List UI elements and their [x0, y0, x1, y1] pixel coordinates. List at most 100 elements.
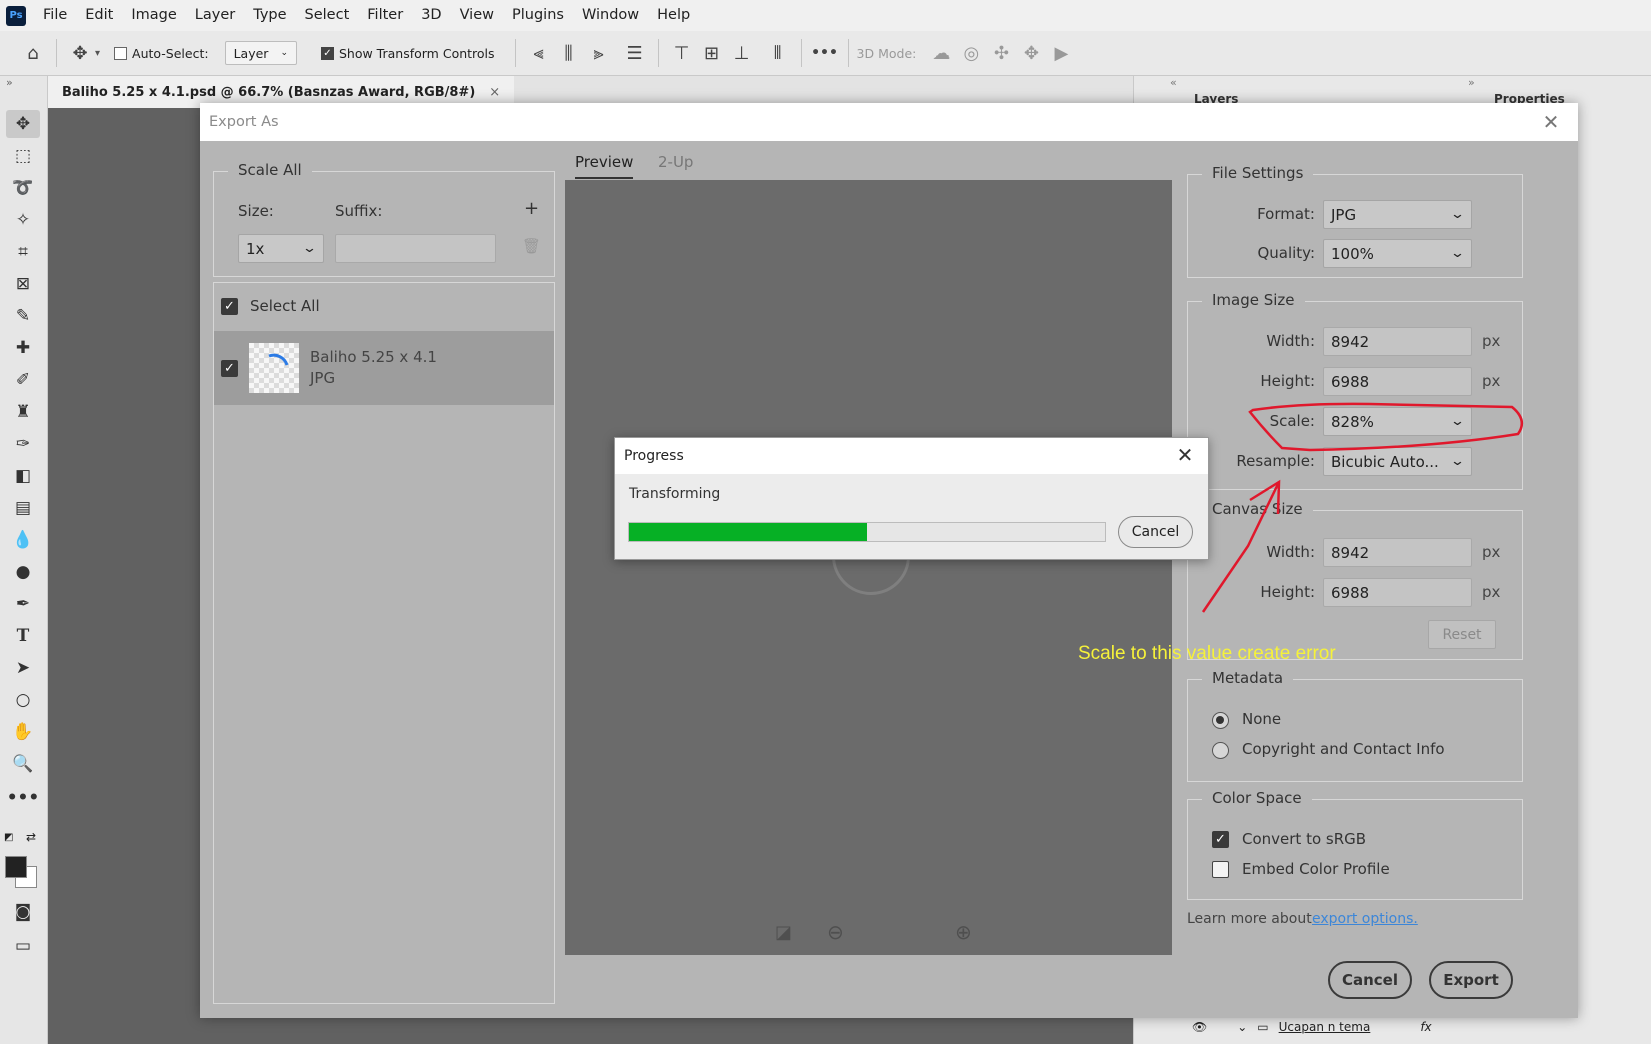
- embed-profile-checkbox[interactable]: [1212, 861, 1229, 878]
- trash-icon[interactable]: 🗑: [522, 237, 541, 255]
- suffix-input[interactable]: [335, 234, 496, 263]
- resample-value: Bicubic Auto...: [1331, 452, 1439, 471]
- quality-label: Quality:: [1257, 244, 1315, 262]
- metadata-copyright-radio[interactable]: [1212, 742, 1229, 759]
- menu-plugins[interactable]: Plugins: [503, 0, 573, 31]
- zoom-tool-icon[interactable]: 🔍: [6, 750, 40, 778]
- menu-filter[interactable]: Filter: [358, 0, 412, 31]
- format-select[interactable]: JPG ⌄: [1323, 200, 1472, 229]
- distribute-horizontal-icon[interactable]: ☰: [620, 38, 650, 68]
- metadata-none-radio[interactable]: [1212, 712, 1229, 729]
- menu-layer[interactable]: Layer: [186, 0, 244, 31]
- collapse-right-icon[interactable]: »: [1468, 76, 1475, 89]
- hand-tool-icon[interactable]: ✋: [6, 718, 40, 746]
- lasso-tool-icon[interactable]: ➰: [6, 174, 40, 202]
- asset-checkbox[interactable]: ✓: [221, 360, 238, 377]
- export-cancel-button[interactable]: Cancel: [1328, 961, 1412, 999]
- magic-wand-tool-icon[interactable]: ✧: [6, 206, 40, 234]
- dodge-tool-icon[interactable]: ●: [6, 558, 40, 586]
- 3d-slide-icon[interactable]: ✥: [1016, 38, 1046, 68]
- list-item[interactable]: ✓ Baliho 5.25 x 4.1 JPG: [214, 331, 554, 405]
- type-tool-icon[interactable]: T: [6, 622, 40, 650]
- close-icon[interactable]: ✕: [1172, 442, 1198, 468]
- 3d-roll-icon[interactable]: ◎: [956, 38, 986, 68]
- menu-window[interactable]: Window: [573, 0, 648, 31]
- chevron-down-icon[interactable]: ⌄: [1237, 1020, 1247, 1034]
- canvas-height-input[interactable]: 6988: [1323, 578, 1472, 607]
- align-bottom-icon[interactable]: ⊥: [727, 38, 757, 68]
- more-tools-icon[interactable]: •••: [6, 784, 40, 812]
- canvas-width-input[interactable]: 8942: [1323, 538, 1472, 567]
- collapse-left-icon[interactable]: «: [1170, 76, 1177, 89]
- show-transform-checkbox[interactable]: ✓: [320, 46, 334, 60]
- pen-tool-icon[interactable]: ✒: [6, 590, 40, 618]
- menu-file[interactable]: File: [34, 0, 76, 31]
- progress-cancel-button[interactable]: Cancel: [1118, 516, 1193, 548]
- expand-panel-icon[interactable]: »: [6, 76, 13, 89]
- select-all-checkbox[interactable]: ✓: [221, 298, 238, 315]
- 3d-orbit-icon[interactable]: ☁: [926, 38, 956, 68]
- ellipse-tool-icon[interactable]: ○: [6, 686, 40, 714]
- menu-3d[interactable]: 3D: [412, 0, 450, 31]
- align-left-icon[interactable]: ⫷: [524, 38, 554, 68]
- align-center-icon[interactable]: ⫼: [554, 38, 584, 68]
- menu-select[interactable]: Select: [296, 0, 359, 31]
- menu-image[interactable]: Image: [122, 0, 185, 31]
- path-selection-tool-icon[interactable]: ➤: [6, 654, 40, 682]
- export-button[interactable]: Export: [1429, 961, 1513, 999]
- add-scale-button[interactable]: +: [524, 198, 539, 219]
- brush-tool-icon[interactable]: ✐: [6, 366, 40, 394]
- align-middle-icon[interactable]: ⊞: [697, 38, 727, 68]
- quick-mask-icon[interactable]: ◙: [6, 898, 40, 926]
- menu-type[interactable]: Type: [244, 0, 295, 31]
- zoom-in-icon[interactable]: ⊕: [955, 920, 972, 944]
- align-top-icon[interactable]: ⊤: [667, 38, 697, 68]
- distribute-vertical-icon[interactable]: ⦀: [763, 38, 793, 68]
- close-icon[interactable]: ×: [489, 85, 500, 100]
- auto-select-target-dropdown[interactable]: Layer ⌄: [224, 41, 297, 65]
- quality-select[interactable]: 100% ⌄: [1323, 239, 1472, 268]
- convert-srgb-checkbox[interactable]: ✓: [1212, 831, 1229, 848]
- image-height-input[interactable]: 6988: [1323, 367, 1472, 396]
- menu-edit[interactable]: Edit: [76, 0, 122, 31]
- scale-select[interactable]: 828% ⌄: [1323, 407, 1472, 436]
- resample-select[interactable]: Bicubic Auto... ⌄: [1323, 447, 1472, 476]
- fit-preview-icon[interactable]: ◪: [775, 922, 792, 943]
- align-right-icon[interactable]: ⫸: [584, 38, 614, 68]
- gradient-tool-icon[interactable]: ▤: [6, 494, 40, 522]
- export-options-link[interactable]: export options.: [1312, 911, 1418, 927]
- home-icon[interactable]: ⌂: [18, 38, 48, 68]
- move-tool-icon[interactable]: ✥: [6, 110, 40, 138]
- zoom-out-icon[interactable]: ⊖: [827, 920, 844, 944]
- eye-icon[interactable]: 👁: [1192, 1020, 1207, 1034]
- marquee-tool-icon[interactable]: ⬚: [6, 142, 40, 170]
- chevron-down-icon[interactable]: ▾: [95, 48, 100, 59]
- eraser-tool-icon[interactable]: ◧: [6, 462, 40, 490]
- menu-help[interactable]: Help: [648, 0, 699, 31]
- size-select[interactable]: 1x ⌄: [238, 234, 324, 263]
- swap-colors-icon[interactable]: ⇄: [26, 830, 36, 844]
- crop-tool-icon[interactable]: ⌗: [6, 238, 40, 266]
- 3d-pan-icon[interactable]: ✣: [986, 38, 1016, 68]
- eyedropper-tool-icon[interactable]: ✎: [6, 302, 40, 330]
- tab-2-up[interactable]: 2-Up: [658, 153, 693, 171]
- 3d-camera-icon[interactable]: ▶: [1046, 38, 1076, 68]
- foreground-color-swatch[interactable]: [5, 856, 27, 878]
- image-width-input[interactable]: 8942: [1323, 327, 1472, 356]
- more-options-icon[interactable]: •••: [810, 38, 840, 68]
- history-brush-tool-icon[interactable]: ✑: [6, 430, 40, 458]
- canvas-size-group: Canvas Size Width: 8942 px Height: 6988 …: [1187, 500, 1523, 660]
- default-colors-icon[interactable]: ◩: [4, 832, 13, 843]
- fx-icon[interactable]: fx: [1420, 1020, 1431, 1034]
- healing-brush-tool-icon[interactable]: ✚: [6, 334, 40, 362]
- move-tool-icon[interactable]: ✥: [65, 38, 95, 68]
- blur-tool-icon[interactable]: 💧: [6, 526, 40, 554]
- reset-button[interactable]: Reset: [1428, 620, 1496, 649]
- auto-select-checkbox[interactable]: [114, 46, 128, 60]
- screen-mode-icon[interactable]: ▭: [6, 932, 40, 960]
- close-icon[interactable]: ✕: [1538, 109, 1564, 135]
- stamp-tool-icon[interactable]: ♜: [6, 398, 40, 426]
- tab-preview[interactable]: Preview: [575, 153, 634, 179]
- frame-tool-icon[interactable]: ⊠: [6, 270, 40, 298]
- menu-view[interactable]: View: [451, 0, 503, 31]
